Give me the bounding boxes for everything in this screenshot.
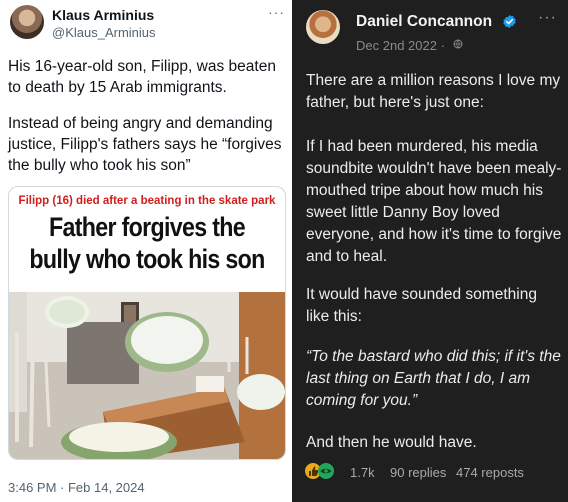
post-quote-paragraph: “To the bastard who did this; if it's th… (306, 348, 561, 409)
post-text-paragraph: His 16-year-old son, Filipp, was beaten … (8, 58, 276, 96)
left-post: Klaus Arminius @Klaus_Arminius ··· His 1… (0, 0, 292, 502)
post-text-paragraph: And then he would have. (306, 434, 477, 451)
post-text-paragraph: It would have sounded something like thi… (306, 286, 537, 325)
funeral-photo (9, 292, 285, 459)
replies-count[interactable]: 90 replies (390, 465, 446, 480)
globe-icon (453, 39, 463, 49)
post-text-paragraph: There are a million reasons I love my fa… (306, 72, 561, 111)
like-count[interactable]: 1.7k (350, 465, 375, 480)
more-options-button[interactable]: ··· (268, 4, 285, 20)
post-text-paragraph: If I had been murdered, his media soundb… (306, 138, 562, 265)
news-card[interactable]: Filipp (16) died after a beating in the … (8, 186, 286, 460)
avatar[interactable] (306, 10, 340, 44)
reposts-count[interactable]: 474 reposts (456, 465, 524, 480)
post-date[interactable]: Dec 2nd 2022 · (356, 38, 445, 53)
verified-badge-icon (503, 14, 516, 29)
author-handle[interactable]: @Klaus_Arminius (52, 25, 156, 40)
post-text-paragraph: Instead of being angry and demanding jus… (8, 115, 282, 174)
card-subheadline: Filipp (16) died after a beating in the … (18, 195, 276, 207)
right-post: Daniel Concannon ··· Dec 2nd 2022 · Ther… (292, 0, 568, 502)
author-name[interactable]: Daniel Concannon (356, 13, 492, 31)
avatar[interactable] (10, 5, 44, 39)
more-options-button[interactable]: ··· (538, 9, 557, 27)
reaction-icons[interactable] (304, 462, 336, 480)
author-name[interactable]: Klaus Arminius (52, 7, 154, 23)
card-headline: Father forgives the bully who took his s… (29, 212, 265, 274)
post-timestamp[interactable]: 3:46 PM · Feb 14, 2024 (8, 480, 145, 495)
